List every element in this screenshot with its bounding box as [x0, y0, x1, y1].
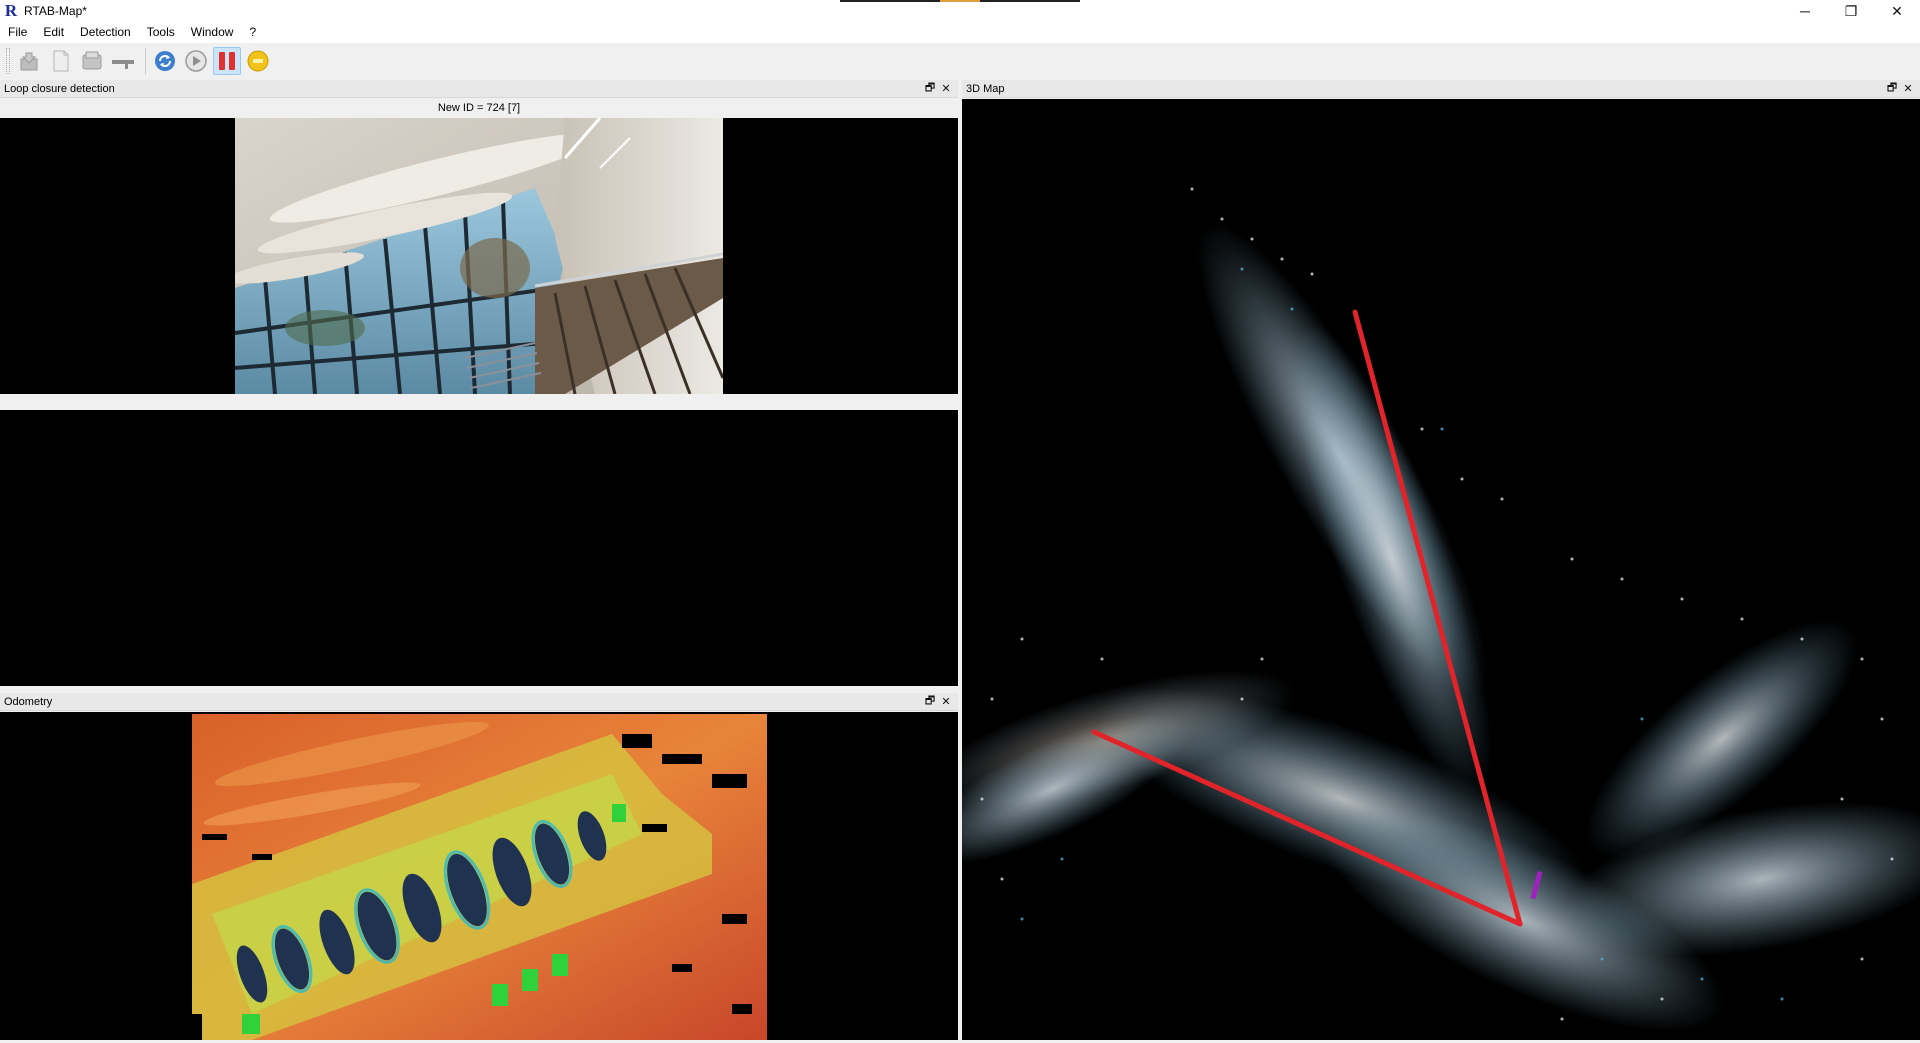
- close-db-icon: [82, 51, 102, 70]
- title-bar[interactable]: R RTAB-Map* ─ ❐ ✕: [0, 0, 1920, 22]
- menu-window[interactable]: Window: [183, 22, 242, 43]
- app-logo-icon: R: [4, 1, 18, 20]
- open-db-icon: [20, 52, 38, 71]
- stop-button[interactable]: [244, 47, 272, 75]
- float-icon[interactable]: 🗗: [922, 695, 938, 709]
- title-bar-marker-accent: [940, 0, 980, 2]
- map3d-dock-title[interactable]: 3D Map 🗗 ✕: [962, 80, 1920, 98]
- map3d-dock-label: 3D Map: [966, 82, 1005, 95]
- menu-edit[interactable]: Edit: [35, 22, 72, 43]
- initialize-button[interactable]: [151, 47, 179, 75]
- close-icon[interactable]: ✕: [938, 82, 954, 96]
- close-icon[interactable]: ✕: [938, 695, 954, 709]
- minimize-button[interactable]: ─: [1782, 0, 1828, 22]
- float-icon[interactable]: 🗗: [922, 82, 938, 96]
- close-button[interactable]: ✕: [1874, 0, 1920, 22]
- menu-help[interactable]: ?: [241, 22, 264, 43]
- edit-database-button[interactable]: [109, 47, 137, 75]
- open-database-button[interactable]: [16, 47, 44, 75]
- map3d-view[interactable]: [914, 99, 1920, 1040]
- loop-closure-dock-title[interactable]: Loop closure detection 🗗 ✕: [0, 80, 958, 98]
- odometry-dock-title[interactable]: Odometry 🗗 ✕: [0, 693, 958, 711]
- toolbar-handle[interactable]: [6, 48, 10, 74]
- new-id-label: New ID = 724 [7]: [0, 98, 958, 118]
- stop-icon: [247, 50, 269, 72]
- view-splitter[interactable]: [0, 394, 958, 410]
- close-database-button[interactable]: [78, 47, 106, 75]
- menu-file[interactable]: File: [0, 22, 35, 43]
- close-icon[interactable]: ✕: [1900, 82, 1916, 96]
- loop-closure-dock-label: Loop closure detection: [4, 82, 115, 95]
- odometry-view[interactable]: [0, 712, 958, 1040]
- float-icon[interactable]: 🗗: [1884, 82, 1900, 96]
- menu-bar: File Edit Detection Tools Window ?: [0, 22, 1920, 43]
- refresh-icon: [155, 51, 175, 71]
- pause-icon: [219, 52, 235, 70]
- toolbar-divider: [145, 48, 146, 74]
- pause-button[interactable]: [213, 47, 241, 75]
- menu-tools[interactable]: Tools: [139, 22, 183, 43]
- new-image-view[interactable]: [0, 118, 958, 394]
- new-database-button[interactable]: [47, 47, 75, 75]
- main-toolbar: [0, 44, 1920, 78]
- odometry-dock-label: Odometry: [4, 695, 53, 708]
- camera-image: [235, 118, 723, 394]
- edit-db-icon: [112, 60, 134, 69]
- point-cloud: [914, 187, 1920, 1032]
- restore-button[interactable]: ❐: [1828, 0, 1874, 22]
- depth-overlay-image: [192, 714, 767, 1040]
- new-doc-icon: [53, 50, 69, 72]
- loop-closure-image-view[interactable]: [0, 410, 958, 686]
- menu-detection[interactable]: Detection: [72, 22, 139, 43]
- window-title: RTAB-Map*: [24, 4, 87, 18]
- start-button[interactable]: [182, 47, 210, 75]
- play-icon: [185, 50, 207, 72]
